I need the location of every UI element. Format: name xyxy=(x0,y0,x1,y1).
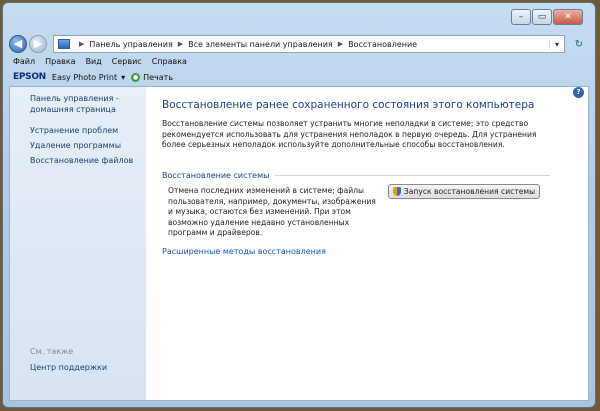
shield-icon xyxy=(392,187,401,196)
breadcrumb-all-items[interactable]: Все элементы панели управления xyxy=(188,40,333,49)
section-description: Отмена последних изменений в системе; фа… xyxy=(168,186,376,237)
sidebar-item-file-recovery[interactable]: Восстановление файлов xyxy=(30,156,146,166)
see-also-heading: См. также xyxy=(30,347,74,356)
breadcrumb-recovery[interactable]: Восстановление xyxy=(348,40,417,49)
chevron-down-icon[interactable]: ▾ xyxy=(121,73,125,82)
content-area: Панель управления - домашняя страница Ус… xyxy=(9,86,589,401)
menu-edit[interactable]: Правка xyxy=(45,57,75,70)
chevron-right-icon[interactable]: ▶ xyxy=(178,40,183,48)
close-button[interactable]: ✕ xyxy=(553,9,583,25)
epson-logo: EPSON xyxy=(13,72,46,82)
chevron-right-icon[interactable]: ▶ xyxy=(338,40,343,48)
sidebar-item-home[interactable]: Панель управления - домашняя страница xyxy=(30,93,146,115)
page-description: Восстановление системы позволяет устрани… xyxy=(162,119,537,149)
section-heading: Восстановление системы xyxy=(162,171,550,180)
address-dropdown-icon[interactable]: ▾ xyxy=(548,39,564,49)
section-title-text: Восстановление системы xyxy=(162,171,270,180)
section-divider xyxy=(275,175,550,176)
menu-help[interactable]: Справка xyxy=(152,57,187,70)
sidebar-item-troubleshooting[interactable]: Устранение проблем xyxy=(30,126,146,136)
chevron-right-icon[interactable]: ▶ xyxy=(79,40,84,48)
page-title: Восстановление ранее сохраненного состоя… xyxy=(162,99,535,111)
control-panel-icon xyxy=(58,39,70,49)
refresh-icon[interactable]: ↻ xyxy=(569,39,589,50)
menu-tools[interactable]: Сервис xyxy=(112,57,142,70)
menu-bar: Файл Правка Вид Сервис Справка xyxy=(3,57,595,70)
help-icon[interactable]: ? xyxy=(573,87,584,98)
forward-button[interactable]: ▶ xyxy=(29,35,47,53)
easy-photo-print-button[interactable]: Easy Photo Print xyxy=(52,73,117,82)
epson-toolbar: EPSON Easy Photo Print ▾ ● Печать xyxy=(3,70,595,84)
sidebar-home-line1: Панель управления - xyxy=(30,94,119,103)
menu-file[interactable]: Файл xyxy=(13,57,35,70)
sidebar-item-action-center[interactable]: Центр поддержки xyxy=(30,363,107,372)
main-panel: ? Восстановление ранее сохраненного сост… xyxy=(146,87,588,400)
start-system-restore-button[interactable]: Запуск восстановления системы xyxy=(388,184,540,199)
back-button[interactable]: ◀ xyxy=(9,35,27,53)
sidebar-home-line2: домашняя страница xyxy=(30,105,116,114)
restore-button-label: Запуск восстановления системы xyxy=(403,187,536,196)
menu-view[interactable]: Вид xyxy=(86,57,102,70)
breadcrumb-control-panel[interactable]: Панель управления xyxy=(89,40,172,49)
minimize-button[interactable]: – xyxy=(511,9,531,25)
control-panel-window: – ▭ ✕ ◀ ▶ ▶ Панель управления ▶ Все элем… xyxy=(2,2,596,408)
print-icon: ● xyxy=(131,72,141,82)
sidebar-item-uninstall[interactable]: Удаление программы xyxy=(30,141,146,151)
address-bar: ◀ ▶ ▶ Панель управления ▶ Все элементы п… xyxy=(9,33,589,55)
window-controls: – ▭ ✕ xyxy=(510,9,583,25)
advanced-recovery-link[interactable]: Расширенные методы восстановления xyxy=(162,247,326,256)
maximize-button[interactable]: ▭ xyxy=(532,9,552,25)
sidebar: Панель управления - домашняя страница Ус… xyxy=(10,87,146,400)
print-button[interactable]: Печать xyxy=(143,73,173,82)
system-restore-section: Восстановление системы Отмена последних … xyxy=(162,171,550,237)
breadcrumb[interactable]: ▶ Панель управления ▶ Все элементы панел… xyxy=(53,35,565,53)
